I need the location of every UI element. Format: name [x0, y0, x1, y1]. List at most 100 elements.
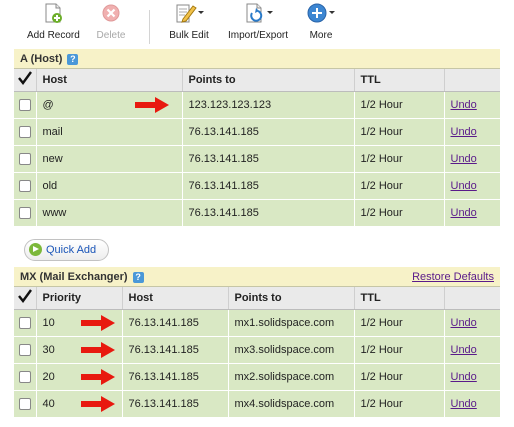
points-to-cell[interactable]: 123.123.123.123: [182, 91, 355, 119]
ttl-cell[interactable]: 1/2 Hour: [354, 390, 445, 418]
points-to-cell[interactable]: mx1.solidspace.com: [228, 309, 355, 337]
column-header-host[interactable]: Host: [122, 287, 229, 310]
row-checkbox[interactable]: [18, 125, 31, 138]
table-row[interactable]: old 76.13.141.185 1/2 Hour Undo: [14, 172, 500, 200]
bulk-edit-button[interactable]: Bulk Edit: [165, 2, 213, 41]
undo-link[interactable]: Undo: [451, 398, 477, 410]
priority-cell[interactable]: 10: [36, 309, 123, 337]
undo-link[interactable]: Undo: [451, 126, 477, 138]
a-host-section: A (Host)? Host Points to TTL @ 123.123.1…: [14, 49, 500, 227]
select-all-checkbox[interactable]: [14, 69, 37, 92]
points-to-cell[interactable]: mx2.solidspace.com: [228, 363, 355, 391]
priority-cell[interactable]: 40: [36, 390, 123, 418]
undo-link[interactable]: Undo: [451, 180, 477, 192]
a-host-table: Host Points to TTL @ 123.123.123.123 1/2…: [14, 69, 500, 227]
host-cell[interactable]: 76.13.141.185: [122, 363, 229, 391]
points-to-cell[interactable]: mx3.solidspace.com: [228, 336, 355, 364]
host-cell[interactable]: www: [36, 199, 183, 227]
ttl-cell[interactable]: 1/2 Hour: [354, 309, 445, 337]
undo-link[interactable]: Undo: [451, 317, 477, 329]
import-export-button[interactable]: Import/Export: [225, 2, 291, 41]
ttl-cell[interactable]: 1/2 Hour: [354, 91, 445, 119]
undo-link[interactable]: Undo: [451, 99, 477, 111]
help-icon[interactable]: ?: [67, 54, 79, 65]
column-header-ttl[interactable]: TTL: [354, 69, 445, 92]
priority-cell[interactable]: 20: [36, 363, 123, 391]
more-icon: [306, 2, 336, 24]
add-record-button[interactable]: Add Record: [27, 2, 80, 41]
table-row[interactable]: 10 76.13.141.185 mx1.solidspace.com 1/2 …: [14, 309, 500, 337]
row-checkbox[interactable]: [18, 98, 31, 111]
host-cell[interactable]: 76.13.141.185: [122, 390, 229, 418]
table-row[interactable]: new 76.13.141.185 1/2 Hour Undo: [14, 145, 500, 173]
undo-link[interactable]: Undo: [451, 207, 477, 219]
host-cell[interactable]: 76.13.141.185: [122, 309, 229, 337]
ttl-cell[interactable]: 1/2 Hour: [354, 118, 445, 146]
column-header-points-to[interactable]: Points to: [228, 287, 355, 310]
row-checkbox[interactable]: [18, 206, 31, 219]
points-to-cell[interactable]: 76.13.141.185: [182, 145, 355, 173]
table-row[interactable]: @ 123.123.123.123 1/2 Hour Undo: [14, 91, 500, 119]
play-icon: [29, 243, 42, 256]
host-cell[interactable]: old: [36, 172, 183, 200]
delete-icon: [100, 2, 122, 24]
red-arrow-icon: [134, 96, 169, 113]
mx-section: MX (Mail Exchanger)? Restore Defaults Pr…: [14, 267, 500, 418]
undo-link[interactable]: Undo: [451, 153, 477, 165]
host-cell[interactable]: mail: [36, 118, 183, 146]
host-cell[interactable]: 76.13.141.185: [122, 336, 229, 364]
section-title: A (Host): [20, 53, 63, 65]
table-header-row: Priority Host Points to TTL: [14, 287, 500, 310]
delete-button[interactable]: Delete: [91, 2, 131, 41]
points-to-cell[interactable]: 76.13.141.185: [182, 199, 355, 227]
column-header-ttl[interactable]: TTL: [354, 287, 445, 310]
ttl-cell[interactable]: 1/2 Hour: [354, 172, 445, 200]
toolbar: Add Record Delete Bulk Edit Import/Expor…: [11, 0, 514, 48]
row-checkbox[interactable]: [18, 370, 31, 383]
row-checkbox[interactable]: [18, 152, 31, 165]
checkmark-icon: [17, 289, 32, 304]
ttl-cell[interactable]: 1/2 Hour: [354, 199, 445, 227]
table-header-row: Host Points to TTL: [14, 69, 500, 92]
mx-table: Priority Host Points to TTL 10 76.13.141…: [14, 287, 500, 418]
ttl-cell[interactable]: 1/2 Hour: [354, 336, 445, 364]
points-to-cell[interactable]: mx4.solidspace.com: [228, 390, 355, 418]
toolbar-divider: [149, 10, 150, 44]
host-cell[interactable]: @: [36, 91, 183, 119]
row-checkbox[interactable]: [18, 397, 31, 410]
column-header-host[interactable]: Host: [36, 69, 183, 92]
red-arrow-icon: [80, 314, 115, 331]
column-header-points-to[interactable]: Points to: [182, 69, 355, 92]
ttl-cell[interactable]: 1/2 Hour: [354, 363, 445, 391]
row-checkbox[interactable]: [18, 343, 31, 356]
table-row[interactable]: mail 76.13.141.185 1/2 Hour Undo: [14, 118, 500, 146]
restore-defaults-link[interactable]: Restore Defaults: [412, 271, 494, 283]
ttl-cell[interactable]: 1/2 Hour: [354, 145, 445, 173]
section-title: MX (Mail Exchanger): [20, 271, 128, 283]
mx-section-header: MX (Mail Exchanger)? Restore Defaults: [14, 267, 500, 287]
points-to-cell[interactable]: 76.13.141.185: [182, 118, 355, 146]
priority-cell[interactable]: 30: [36, 336, 123, 364]
table-row[interactable]: 40 76.13.141.185 mx4.solidspace.com 1/2 …: [14, 390, 500, 418]
table-row[interactable]: 20 76.13.141.185 mx2.solidspace.com 1/2 …: [14, 363, 500, 391]
red-arrow-icon: [80, 368, 115, 385]
more-button[interactable]: More: [303, 2, 339, 41]
red-arrow-icon: [80, 395, 115, 412]
points-to-cell[interactable]: 76.13.141.185: [182, 172, 355, 200]
undo-link[interactable]: Undo: [451, 371, 477, 383]
row-checkbox[interactable]: [18, 316, 31, 329]
quick-add-button[interactable]: Quick Add: [24, 239, 110, 261]
column-header-priority[interactable]: Priority: [36, 287, 123, 310]
checkmark-icon: [17, 71, 32, 86]
table-row[interactable]: www 76.13.141.185 1/2 Hour Undo: [14, 199, 500, 227]
add-record-icon: [42, 2, 64, 24]
help-icon[interactable]: ?: [132, 272, 144, 283]
column-header-action: [444, 69, 500, 92]
host-cell[interactable]: new: [36, 145, 183, 173]
select-all-checkbox[interactable]: [14, 287, 37, 310]
table-row[interactable]: 30 76.13.141.185 mx3.solidspace.com 1/2 …: [14, 336, 500, 364]
row-checkbox[interactable]: [18, 179, 31, 192]
quick-add-bar: Quick Add: [14, 236, 500, 264]
undo-link[interactable]: Undo: [451, 344, 477, 356]
import-export-icon: [243, 2, 273, 24]
